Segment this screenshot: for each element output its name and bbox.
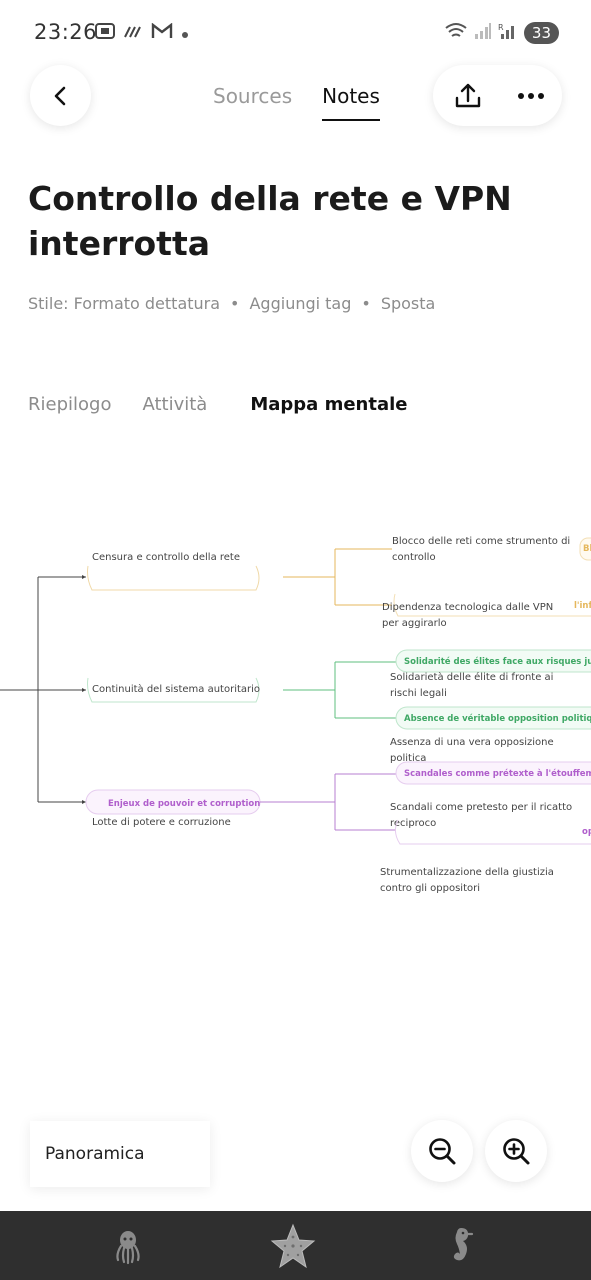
tab-notes[interactable]: Notes	[322, 84, 380, 121]
overview-button[interactable]: Panoramica	[30, 1121, 210, 1187]
section-tabs: Riepilogo Attività Mappa mentale	[28, 394, 407, 415]
svg-text:Dipendenza tecnologica dalle V: Dipendenza tecnologica dalle VPN	[382, 602, 553, 613]
octopus-icon[interactable]	[105, 1223, 151, 1269]
zoom-in-icon	[503, 1138, 530, 1165]
branch-1-label: Censura e controllo della rete	[92, 552, 240, 563]
svg-text:contro gli oppositori: contro gli oppositori	[380, 883, 480, 894]
signal-icon	[474, 22, 492, 44]
seahorse-icon[interactable]	[436, 1223, 482, 1269]
zoom-out-button[interactable]	[411, 1120, 473, 1182]
chevron-left-icon	[54, 86, 65, 105]
status-time: 23:26	[34, 20, 98, 44]
svg-text:Scandales comme prétexte à l'é: Scandales comme prétexte à l'étouffement…	[404, 768, 591, 779]
more-options-button[interactable]	[514, 79, 548, 113]
branch-2-child-2[interactable]: Absence de véritable opposition politiqu…	[390, 706, 591, 764]
svg-text:l'inf: l'inf	[574, 601, 591, 611]
tab-sources[interactable]: Sources	[213, 84, 292, 108]
root-connector	[0, 576, 86, 803]
top-tabs: Sources Notes	[213, 84, 380, 121]
svg-text:Bl: Bl	[583, 544, 591, 554]
branch-3-pill: Enjeux de pouvoir et corruption	[108, 799, 260, 809]
battery-indicator: 33	[523, 22, 559, 44]
more-icon	[518, 92, 544, 99]
note-title: Controllo della rete e VPN interrotta	[28, 179, 512, 263]
branch-1-child-2[interactable]: Dipendenza tecnologica dalle VPN per agg…	[382, 593, 591, 629]
svg-text:Solidarité des élites face aux: Solidarité des élites face aux risques j…	[404, 656, 591, 667]
branch-2-child-1[interactable]: Solidarité des élites face aux risques j…	[390, 649, 591, 699]
meta-separator: •	[230, 294, 240, 313]
meta-separator: •	[361, 294, 371, 313]
style-format[interactable]: Stile: Formato dettatura	[28, 294, 220, 313]
note-meta: Stile: Formato dettatura • Aggiungi tag …	[28, 294, 435, 313]
branch-3-child-1[interactable]: Scandales comme prétexte à l'étouffement…	[390, 761, 591, 829]
svg-text:Solidarietà delle élite di fro: Solidarietà delle élite di fronte ai	[390, 671, 553, 683]
header-actions	[433, 65, 562, 126]
status-bar: 23:26 R 33	[0, 0, 591, 68]
back-button[interactable]	[30, 65, 91, 126]
share-button[interactable]	[451, 79, 485, 113]
svg-text:rischi legali: rischi legali	[390, 688, 447, 699]
svg-text:Assenza di una vera opposizion: Assenza di una vera opposizione	[390, 737, 554, 748]
bottom-nav-bar	[0, 1211, 591, 1280]
zoom-in-button[interactable]	[485, 1120, 547, 1182]
stripes-icon	[123, 24, 143, 43]
tab-mind-map[interactable]: Mappa mentale	[250, 394, 407, 415]
svg-text:controllo: controllo	[392, 552, 436, 563]
svg-text:op: op	[582, 827, 591, 837]
zoom-out-icon	[429, 1138, 456, 1165]
mind-map-canvas[interactable]: Censura e controllo della rete Blocco de…	[0, 520, 591, 920]
branch-3-label: Lotte di potere e corruzione	[92, 817, 231, 828]
starfish-icon[interactable]	[270, 1223, 316, 1269]
move-note[interactable]: Sposta	[381, 294, 436, 313]
svg-text:per aggirarlo: per aggirarlo	[382, 618, 447, 629]
signal-r-icon: R	[498, 22, 518, 44]
branch-3-child-2[interactable]: op Strumentalizzazione della giustizia c…	[380, 819, 591, 894]
share-icon	[455, 83, 481, 107]
branch-continuita[interactable]: Continuità del sistema autoritario Solid…	[87, 649, 591, 764]
gmail-icon	[151, 22, 173, 43]
add-tag[interactable]: Aggiungi tag	[249, 294, 351, 313]
branch-lotte[interactable]: Enjeux de pouvoir et corruption Lotte di…	[85, 761, 591, 894]
branch-censura[interactable]: Censura e controllo della rete Blocco de…	[87, 536, 591, 629]
svg-text:Strumentalizzazione della gius: Strumentalizzazione della giustizia	[380, 867, 554, 878]
branch-2-label: Continuità del sistema autoritario	[92, 683, 260, 695]
tab-summary[interactable]: Riepilogo	[28, 394, 111, 415]
tab-activity[interactable]: Attività	[142, 394, 207, 415]
svg-text:Absence de véritable oppositio: Absence de véritable opposition politiqu…	[404, 713, 591, 724]
branch-1-child-1[interactable]: Blocco delle reti come strumento di cont…	[392, 536, 591, 563]
screenshot-icon	[95, 22, 115, 44]
wifi-icon	[444, 22, 468, 44]
svg-text:R: R	[498, 23, 504, 32]
svg-text:Scandali come pretesto per il: Scandali come pretesto per il ricatto	[390, 802, 572, 813]
dot-icon	[181, 24, 189, 43]
svg-text:Blocco delle reti come strumen: Blocco delle reti come strumento di	[392, 536, 570, 547]
